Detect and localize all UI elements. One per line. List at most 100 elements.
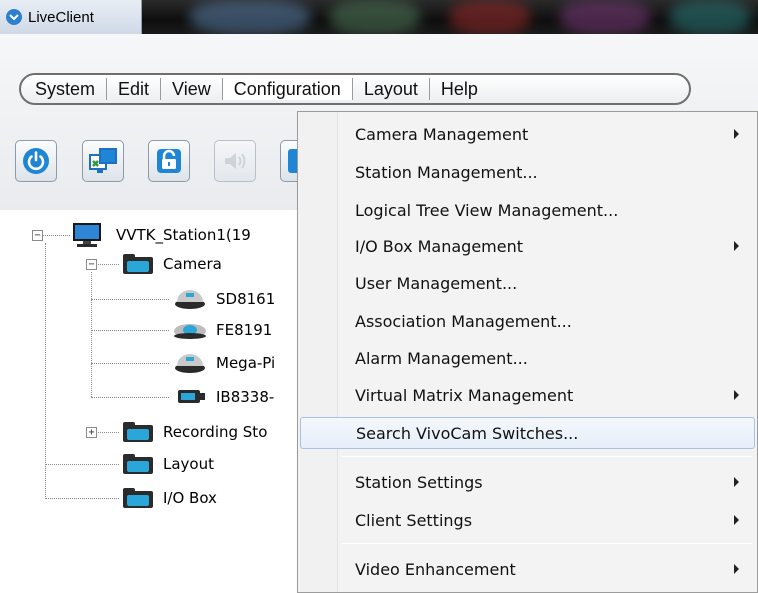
menu-item-association-management[interactable]: Association Management... bbox=[300, 305, 755, 337]
tree-guide-line bbox=[45, 243, 46, 499]
title-bar-glow bbox=[330, 0, 420, 34]
tree-guide-line bbox=[91, 330, 169, 331]
unlock-button[interactable] bbox=[148, 140, 190, 182]
tree-item-camera[interactable]: Mega-Pi bbox=[172, 349, 275, 377]
monitor-switch-icon bbox=[89, 148, 117, 173]
menu-item-logical-tree-view-management[interactable]: Logical Tree View Management... bbox=[300, 194, 755, 226]
tree-guide-line bbox=[91, 363, 169, 364]
menu-item-label: I/O Box Management bbox=[355, 236, 524, 256]
configuration-menu: Camera Management Station Management... … bbox=[297, 111, 758, 593]
submenu-arrow-icon bbox=[734, 477, 739, 487]
menu-view[interactable]: View bbox=[160, 78, 222, 100]
tree-item-camera-folder[interactable]: Camera bbox=[121, 250, 222, 278]
menu-item-camera-management[interactable]: Camera Management bbox=[300, 118, 755, 150]
speaker-icon bbox=[225, 153, 246, 169]
menu-item-label: Client Settings bbox=[355, 510, 473, 530]
tree-guide-line bbox=[91, 397, 169, 398]
folder-icon bbox=[121, 488, 155, 508]
camera-collapse-toggle[interactable]: − bbox=[86, 259, 97, 270]
dome-camera-icon bbox=[175, 354, 205, 373]
tree-guide-line bbox=[42, 235, 70, 236]
menu-separator bbox=[342, 456, 752, 457]
computer-icon bbox=[73, 223, 101, 247]
menu-item-user-management[interactable]: User Management... bbox=[300, 267, 755, 299]
menu-item-label: Virtual Matrix Management bbox=[355, 385, 574, 405]
open-folder-icon bbox=[121, 254, 155, 274]
menu-item-alarm-management[interactable]: Alarm Management... bbox=[300, 342, 755, 374]
tree-guide-line bbox=[45, 464, 119, 465]
tree-item-camera[interactable]: FE8191 bbox=[172, 316, 272, 344]
menu-item-label: Association Management... bbox=[355, 311, 572, 331]
tree-item-recording-storage[interactable]: Recording Sto bbox=[121, 418, 267, 446]
tree-item-station[interactable]: VVTK_Station1(19 bbox=[70, 221, 251, 249]
station-collapse-toggle[interactable]: − bbox=[32, 230, 43, 241]
menu-help[interactable]: Help bbox=[428, 78, 489, 100]
menu-item-station-settings[interactable]: Station Settings bbox=[300, 466, 755, 498]
station-label: VVTK_Station1(19 bbox=[116, 226, 251, 244]
folder-icon bbox=[121, 454, 155, 474]
menu-layout[interactable]: Layout bbox=[351, 78, 429, 100]
menu-item-label: Station Management... bbox=[355, 162, 538, 182]
window-title-tab[interactable]: LiveClient bbox=[0, 0, 142, 34]
window-title: LiveClient bbox=[28, 8, 94, 26]
menu-item-virtual-matrix-management[interactable]: Virtual Matrix Management bbox=[300, 379, 755, 411]
switch-monitor-button[interactable] bbox=[82, 140, 124, 182]
fisheye-camera-icon bbox=[174, 324, 206, 339]
menu-item-label: Search VivoCam Switches... bbox=[356, 423, 579, 443]
liveclient-logo-icon bbox=[6, 9, 22, 25]
camera-folder-label: Camera bbox=[163, 255, 222, 273]
submenu-arrow-icon bbox=[734, 564, 739, 574]
menu-separator bbox=[342, 543, 752, 544]
tree-guide-line bbox=[45, 498, 119, 499]
device-tree: − VVTK_Station1(19 − Camera SD8161 FE819… bbox=[0, 210, 300, 593]
title-bar-glow bbox=[190, 0, 310, 34]
menu-item-label: Station Settings bbox=[355, 472, 483, 492]
menu-item-video-enhancement[interactable]: Video Enhancement bbox=[300, 553, 755, 585]
folder-icon bbox=[121, 422, 155, 442]
tree-item-camera[interactable]: IB8338- bbox=[172, 383, 274, 411]
audio-button[interactable] bbox=[214, 140, 256, 182]
camera-label: IB8338- bbox=[216, 388, 275, 406]
tree-item-camera[interactable]: SD8161 bbox=[172, 285, 275, 313]
camera-label: FE8191 bbox=[216, 321, 273, 339]
menu-item-label: User Management... bbox=[355, 273, 518, 293]
menu-item-label: Camera Management bbox=[355, 124, 529, 144]
tree-item-io-box[interactable]: I/O Box bbox=[121, 484, 217, 512]
menu-system[interactable]: System bbox=[31, 78, 106, 100]
camera-label: SD8161 bbox=[216, 290, 276, 308]
tree-guide-line bbox=[91, 272, 92, 397]
menu-item-label: Alarm Management... bbox=[355, 348, 528, 368]
recording-expand-toggle[interactable]: + bbox=[86, 427, 97, 438]
speed-dome-camera-icon bbox=[175, 290, 205, 309]
menu-item-search-vivocam-switches[interactable]: Search VivoCam Switches... bbox=[300, 417, 755, 449]
title-bar-glow bbox=[560, 0, 650, 34]
title-bar-glow bbox=[670, 0, 750, 34]
partial-toolbar-button[interactable] bbox=[280, 140, 298, 182]
menu-item-client-settings[interactable]: Client Settings bbox=[300, 504, 755, 536]
tree-guide-line bbox=[91, 299, 169, 300]
submenu-arrow-icon bbox=[734, 129, 739, 139]
camera-label: Mega-Pi bbox=[216, 354, 276, 372]
tree-guide-line bbox=[95, 264, 119, 265]
io-box-label: I/O Box bbox=[163, 489, 217, 507]
menu-bar: System Edit View Configuration Layout He… bbox=[19, 73, 691, 105]
power-button[interactable] bbox=[15, 140, 57, 182]
tree-guide-line bbox=[95, 432, 119, 433]
recording-label: Recording Sto bbox=[163, 423, 268, 441]
submenu-arrow-icon bbox=[734, 390, 739, 400]
window-title-bar: LiveClient bbox=[0, 0, 758, 34]
submenu-arrow-icon bbox=[734, 241, 739, 251]
menu-item-label: Video Enhancement bbox=[355, 559, 516, 579]
power-icon bbox=[23, 148, 49, 174]
menu-item-io-box-management[interactable]: I/O Box Management bbox=[300, 230, 755, 262]
bullet-camera-icon bbox=[178, 390, 205, 403]
partial-button-icon bbox=[287, 149, 298, 173]
unlock-icon bbox=[157, 149, 181, 173]
submenu-arrow-icon bbox=[734, 515, 739, 525]
title-bar-glow bbox=[450, 0, 530, 34]
layout-label: Layout bbox=[163, 455, 214, 473]
tree-item-layout[interactable]: Layout bbox=[121, 450, 214, 478]
menu-edit[interactable]: Edit bbox=[106, 78, 160, 100]
menu-item-station-management[interactable]: Station Management... bbox=[300, 156, 755, 188]
menu-configuration[interactable]: Configuration bbox=[221, 78, 352, 100]
